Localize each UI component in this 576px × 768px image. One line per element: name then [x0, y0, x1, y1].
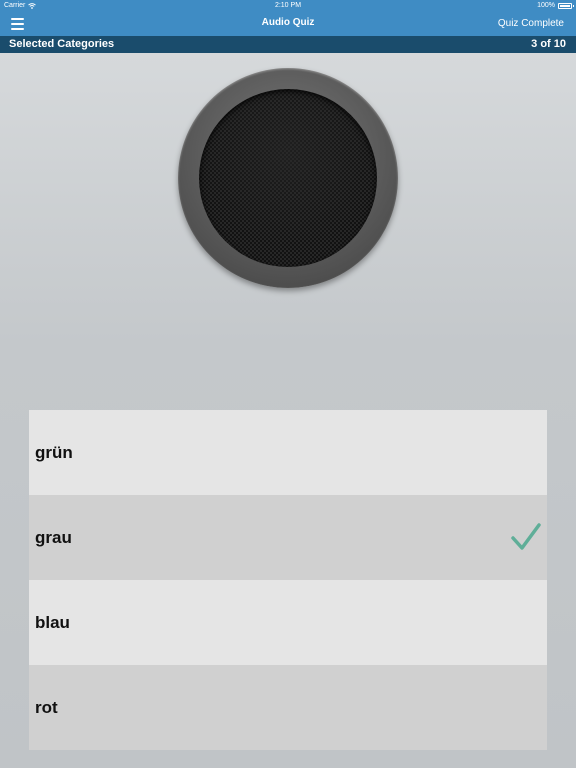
battery-percent: 100%: [537, 2, 555, 9]
answer-label: blau: [35, 612, 70, 632]
category-label: Selected Categories: [9, 38, 115, 50]
checkmark-icon: [511, 523, 541, 550]
status-bar: Carrier 2:10 PM 100%: [0, 0, 576, 12]
battery-icon: [558, 2, 574, 9]
speaker-icon: [199, 89, 377, 267]
answer-option-selected[interactable]: grau: [29, 495, 547, 580]
battery-indicator: 100%: [537, 2, 574, 9]
speaker-play-button[interactable]: [178, 68, 398, 288]
answer-label: rot: [35, 697, 58, 717]
status-time: 2:10 PM: [274, 2, 302, 9]
answer-option[interactable]: blau: [29, 580, 547, 665]
page-title: Audio Quiz: [261, 17, 315, 28]
answer-option[interactable]: grün: [29, 410, 547, 495]
question-progress: 3 of 10: [531, 38, 566, 50]
answer-label: grün: [35, 442, 73, 462]
answer-option[interactable]: rot: [29, 665, 547, 750]
category-header: Selected Categories 3 of 10: [0, 36, 576, 53]
nav-bar: Audio Quiz Quiz Complete: [0, 12, 576, 36]
answer-list: grün grau blau rot: [29, 410, 547, 750]
answer-label: grau: [35, 527, 72, 547]
quiz-complete-button[interactable]: Quiz Complete: [498, 18, 564, 29]
